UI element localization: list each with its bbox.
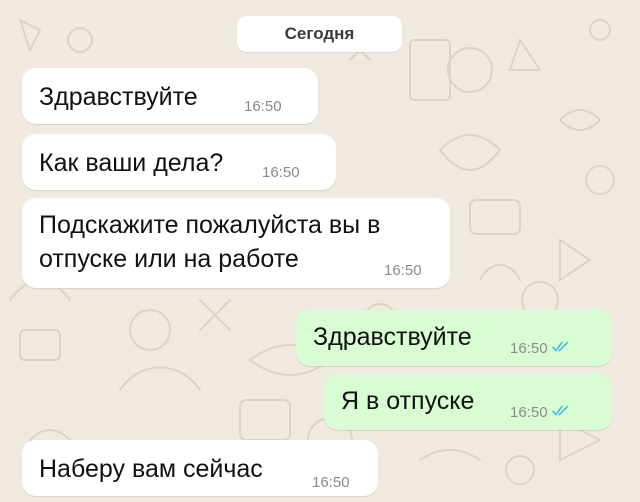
message-timestamp: 16:50: [262, 164, 300, 181]
message-text: Я в отпуске: [341, 387, 475, 415]
message-timestamp: 16:50: [510, 340, 548, 357]
message-text: Подскажите пожалуйста вы в отпуске или н…: [39, 211, 381, 273]
message-bubble-incoming[interactable]: Здравствуйте 16:50: [22, 68, 318, 124]
message-time: 16:50: [384, 262, 422, 279]
message-text: Здравствуйте: [39, 83, 198, 111]
message-text: Как ваши дела?: [39, 149, 224, 177]
message-bubble-outgoing[interactable]: Я в отпуске 16:50: [324, 374, 612, 430]
message-timestamp: 16:50: [312, 474, 350, 491]
message-timestamp: 16:50: [244, 98, 282, 115]
message-time: 16:50: [312, 474, 350, 491]
message-bubble-incoming[interactable]: Подскажите пожалуйста вы в отпуске или н…: [22, 198, 450, 288]
message-meta: 16:50: [510, 340, 570, 357]
message-bubble-incoming[interactable]: Как ваши дела? 16:50: [22, 134, 336, 190]
date-separator: Сегодня: [237, 16, 402, 52]
message-bubble-outgoing[interactable]: Здравствуйте 16:50: [296, 310, 612, 366]
message-time: 16:50: [244, 98, 282, 115]
message-timestamp: 16:50: [384, 262, 422, 279]
message-time: 16:50: [262, 164, 300, 181]
message-bubble-incoming[interactable]: Наберу вам сейчас 16:50: [22, 440, 378, 496]
double-check-icon: [551, 340, 570, 357]
message-text: Наберу вам сейчас: [39, 455, 263, 483]
message-timestamp: 16:50: [510, 404, 548, 421]
double-check-icon: [551, 404, 570, 421]
message-text: Здравствуйте: [313, 323, 472, 351]
message-meta: 16:50: [510, 404, 570, 421]
